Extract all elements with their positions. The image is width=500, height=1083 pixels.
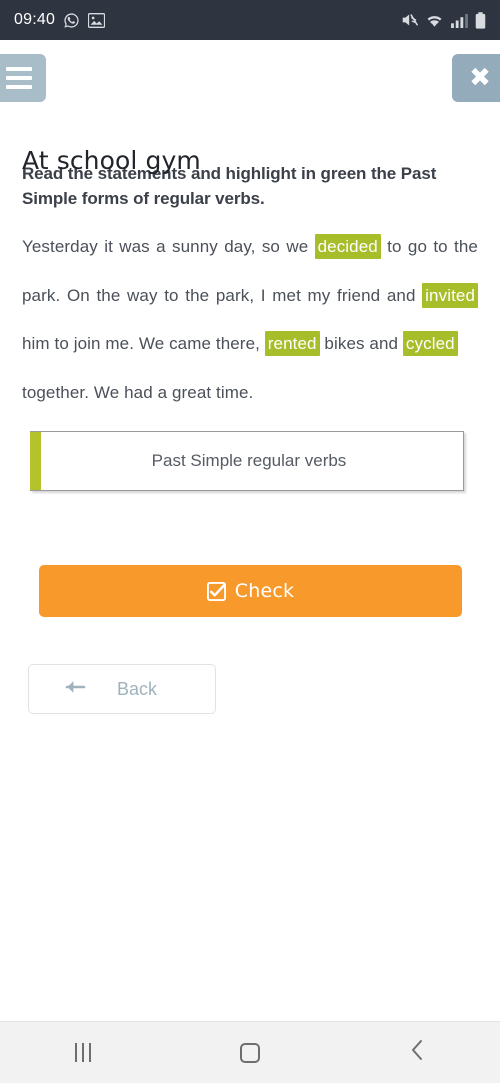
wifi-icon (425, 13, 444, 28)
nav-back-button[interactable] (333, 1022, 500, 1083)
highlighted-word-decided[interactable]: decided (314, 234, 381, 260)
passage-text-3: him to join me. We came there, (22, 334, 265, 354)
back-button-label: Back (116, 678, 158, 699)
check-button[interactable]: Check (39, 565, 462, 618)
whatsapp-icon (63, 12, 80, 29)
mute-icon (401, 12, 418, 28)
close-x-icon: ✖ (469, 63, 491, 93)
hamburger-menu-icon (6, 67, 32, 71)
exercise-content: Read the statements and highlight in gre… (0, 140, 500, 715)
hamburger-menu-icon-line2 (6, 76, 32, 80)
answer-box-label: Past Simple regular verbs (151, 451, 347, 471)
highlighted-word-cycled[interactable]: cycled (402, 331, 458, 357)
passage-text-4: bikes and (319, 334, 403, 354)
status-bar: 09:40 (0, 0, 500, 40)
nav-recents-button[interactable] (0, 1022, 167, 1083)
hamburger-menu-icon-line3 (6, 85, 32, 89)
highlighted-word-rented[interactable]: rented (264, 331, 320, 357)
status-bar-left: 09:40 (14, 11, 106, 29)
answer-drop-box[interactable]: Past Simple regular verbs (30, 431, 464, 492)
battery-icon (475, 11, 486, 29)
status-bar-right (401, 11, 486, 29)
check-button-label: Check (234, 580, 295, 603)
exercise-passage: Yesterday it was a sunny day, so we deci… (22, 211, 478, 417)
arrow-left-icon (29, 678, 87, 701)
close-button[interactable]: ✖ (452, 54, 500, 102)
hamburger-menu-button[interactable] (0, 54, 46, 102)
passage-text-1: Yesterday it was a sunny day, so we (22, 237, 315, 257)
checked-box-icon (206, 581, 226, 601)
signal-icon (451, 13, 468, 28)
android-navigation-bar (0, 1021, 500, 1083)
gallery-image-icon (88, 12, 106, 28)
back-button[interactable]: Back (28, 664, 216, 715)
page-title: At school gym (22, 146, 201, 175)
passage-text-5: together. We had a great time. (22, 382, 254, 402)
status-bar-clock: 09:40 (14, 11, 56, 28)
answer-box-accent-bar (30, 432, 41, 491)
recents-icon (75, 1043, 92, 1062)
back-chevron-icon (410, 1039, 424, 1066)
home-icon (240, 1042, 260, 1063)
page-header: ✖ At school gym (0, 40, 500, 175)
highlighted-word-invited[interactable]: invited (422, 282, 478, 308)
nav-home-button[interactable] (167, 1022, 334, 1083)
